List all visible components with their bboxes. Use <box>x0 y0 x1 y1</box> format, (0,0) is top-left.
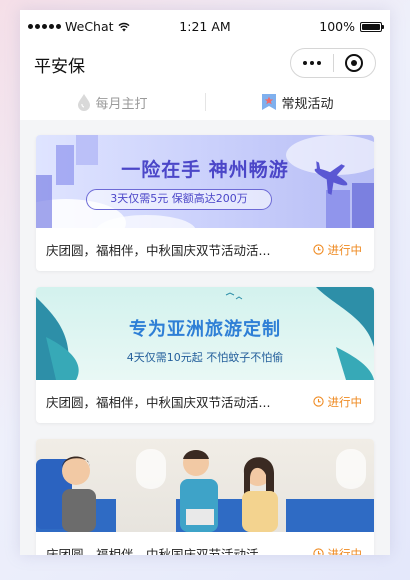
header: WeChat 1:21 AM 100% 平安保 每月主打 常规活动 <box>20 10 390 120</box>
status-text: 进行中 <box>327 394 363 409</box>
miniprogram-capsule <box>290 48 376 78</box>
banner-image <box>36 439 374 532</box>
banner-image: 专为亚洲旅游定制 4天仅需10元起 不怕蚊子不怕偷 <box>36 287 374 380</box>
card-description: 庆团圆，福相伴，中秋国庆双节活动活... <box>46 547 271 555</box>
more-button[interactable] <box>291 61 333 65</box>
banner-subtitle: 3天仅需5元 保额高达200万 <box>86 189 272 210</box>
navbar: 平安保 <box>20 42 390 84</box>
status-text: 进行中 <box>327 546 363 556</box>
tab-regular-activities[interactable]: 常规活动 <box>205 93 390 112</box>
status-bar: WeChat 1:21 AM 100% <box>20 10 390 42</box>
tab-label: 每月主打 <box>95 96 148 112</box>
battery-percent: 100% <box>319 19 355 34</box>
status-text: 进行中 <box>327 242 363 257</box>
tab-bar: 每月主打 常规活动 <box>20 84 390 120</box>
phone-screen: WeChat 1:21 AM 100% 平安保 每月主打 常规活动 一险在手 神… <box>20 10 390 555</box>
clock-icon <box>312 396 324 407</box>
banner-image: 一险在手 神州畅游 3天仅需5元 保额高达200万 <box>36 135 374 228</box>
activity-card[interactable]: 庆团圆，福相伴，中秋国庆双节活动活... 进行中 <box>36 439 374 555</box>
card-description: 庆团圆，福相伴，中秋国庆双节活动活... <box>46 243 271 258</box>
banner-headline: 专为亚洲旅游定制 <box>129 319 281 340</box>
status-badge: 进行中 <box>312 242 363 258</box>
close-button[interactable] <box>334 54 376 72</box>
target-close-icon <box>345 54 364 72</box>
card-footer: 庆团圆，福相伴，中秋国庆双节活动活... 进行中 <box>36 380 374 423</box>
activity-card[interactable]: 一险在手 神州畅游 3天仅需5元 保额高达200万 庆团圆，福相伴，中秋国庆双节… <box>36 135 374 271</box>
tab-label: 常规活动 <box>281 96 334 112</box>
tab-monthly-featured[interactable]: 每月主打 <box>20 93 205 112</box>
tab-divider <box>205 93 206 111</box>
status-badge: 进行中 <box>312 394 363 410</box>
activity-card[interactable]: 专为亚洲旅游定制 4天仅需10元起 不怕蚊子不怕偷 庆团圆，福相伴，中秋国庆双节… <box>36 287 374 423</box>
activity-list: 一险在手 神州畅游 3天仅需5元 保额高达200万 庆团圆，福相伴，中秋国庆双节… <box>20 120 390 555</box>
card-footer: 庆团圆，福相伴，中秋国庆双节活动活... 进行中 <box>36 532 374 555</box>
banner-subtitle: 4天仅需10元起 不怕蚊子不怕偷 <box>126 351 284 364</box>
card-footer: 庆团圆，福相伴，中秋国庆双节活动活... 进行中 <box>36 228 374 271</box>
clock-icon <box>312 244 324 255</box>
status-badge: 进行中 <box>312 546 363 556</box>
star-badge-icon <box>262 94 277 110</box>
page-title: 平安保 <box>34 57 85 77</box>
battery-icon <box>360 21 384 32</box>
clock-icon <box>312 548 324 555</box>
banner-illustration <box>36 449 374 532</box>
drop-icon <box>78 94 91 111</box>
banner-headline: 一险在手 神州畅游 <box>121 159 289 181</box>
status-right: 100% <box>319 19 384 34</box>
card-description: 庆团圆，福相伴，中秋国庆双节活动活... <box>46 395 271 410</box>
